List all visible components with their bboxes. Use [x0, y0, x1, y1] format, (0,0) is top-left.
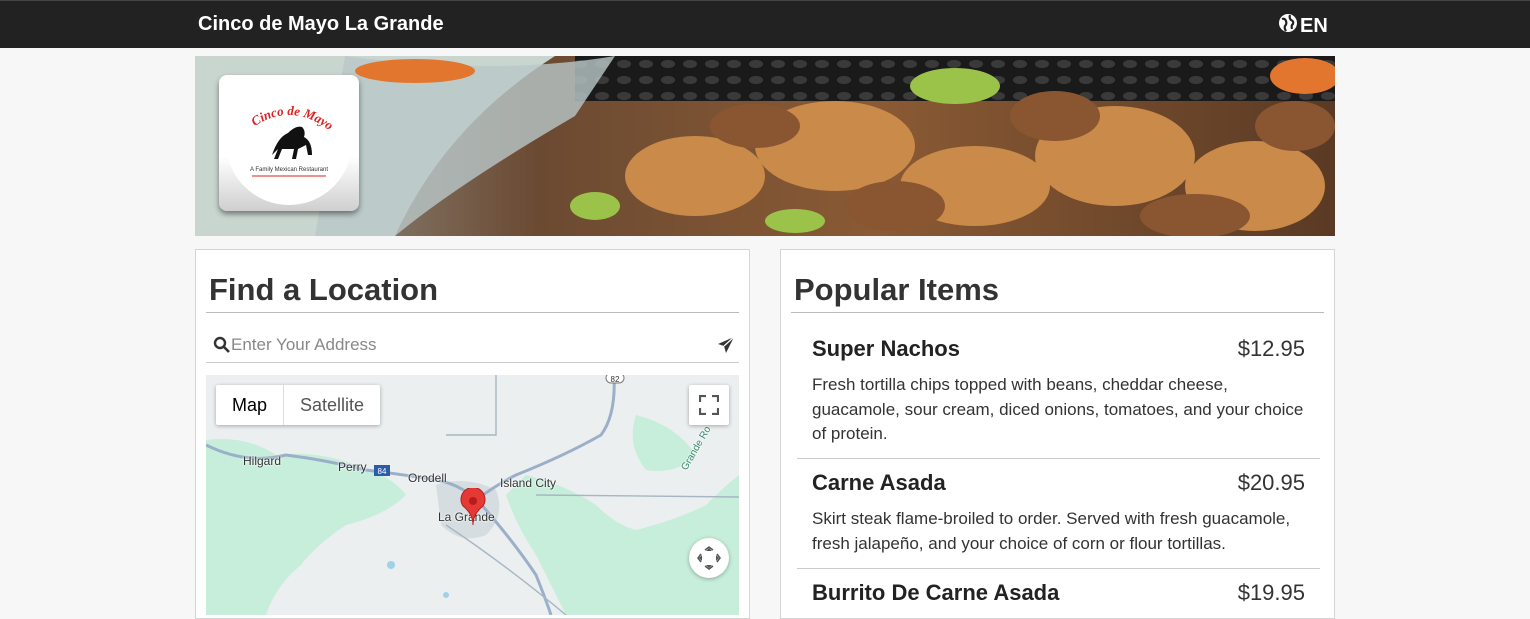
- brand-title[interactable]: Cinco de Mayo La Grande: [198, 13, 444, 36]
- map-type-control: Map Satellite: [216, 385, 381, 425]
- address-input[interactable]: [231, 332, 701, 358]
- send-icon[interactable]: [717, 336, 735, 354]
- item-divider: [797, 458, 1320, 459]
- address-search-bar: [206, 328, 739, 363]
- fullscreen-button[interactable]: [689, 385, 729, 425]
- interstate-84-shield: 84: [378, 467, 387, 476]
- camera-control-button[interactable]: [689, 538, 729, 578]
- menu-item-name: Burrito De Carne Asada: [812, 580, 1060, 605]
- map-label-perry: Perry: [338, 460, 367, 474]
- divider: [791, 312, 1324, 313]
- language-code: EN: [1300, 14, 1328, 37]
- svg-text:Cinco de Mayo: Cinco de Mayo: [248, 103, 336, 133]
- search-icon: [213, 336, 230, 353]
- hero-banner-image: [195, 56, 1335, 236]
- menu-item-description: Skirt steak flame-broiled to order. Serv…: [812, 509, 1291, 553]
- fullscreen-icon: [699, 395, 719, 415]
- language-selector[interactable]: EN: [1278, 13, 1328, 39]
- find-location-title: Find a Location: [209, 272, 439, 307]
- menu-item-name: Super Nachos: [812, 336, 960, 361]
- map-label-hilgard: Hilgard: [243, 454, 282, 468]
- popular-items-panel: Popular Items Super Nachos $12.95 Fresh …: [780, 249, 1335, 619]
- menu-item-price: $19.95: [1237, 580, 1305, 605]
- logo-badge: Cinco de Mayo A Family Mexican Restauran…: [226, 79, 352, 205]
- map-type-satellite-button[interactable]: Satellite: [284, 385, 380, 425]
- restaurant-logo[interactable]: Cinco de Mayo A Family Mexican Restauran…: [219, 75, 359, 211]
- move-arrows-icon: [697, 546, 721, 570]
- menu-item-name: Carne Asada: [812, 470, 946, 495]
- menu-item-description: Fresh tortilla chips topped with beans, …: [812, 375, 1304, 443]
- location-map[interactable]: 82 84 Hilgard Perry Orodell Island City …: [206, 375, 739, 615]
- menu-item-price: $12.95: [1237, 336, 1305, 361]
- find-location-panel: Find a Location Enter Your Address 82 84…: [195, 249, 750, 619]
- map-type-map-button[interactable]: Map: [216, 385, 285, 425]
- popular-items-title: Popular Items: [794, 272, 999, 307]
- globe-icon: [1278, 13, 1298, 39]
- map-label-orodell: Orodell: [408, 471, 447, 485]
- location-marker-icon[interactable]: [459, 488, 487, 526]
- svg-text:A Family Mexican Restaurant: A Family Mexican Restaurant: [250, 167, 328, 173]
- highway-82-shield: 82: [611, 375, 620, 384]
- top-navbar: Cinco de Mayo La Grande EN: [0, 0, 1530, 48]
- menu-item-price: $20.95: [1237, 470, 1305, 495]
- item-divider: [797, 568, 1320, 569]
- divider: [206, 312, 739, 313]
- map-label-island-city: Island City: [500, 476, 557, 490]
